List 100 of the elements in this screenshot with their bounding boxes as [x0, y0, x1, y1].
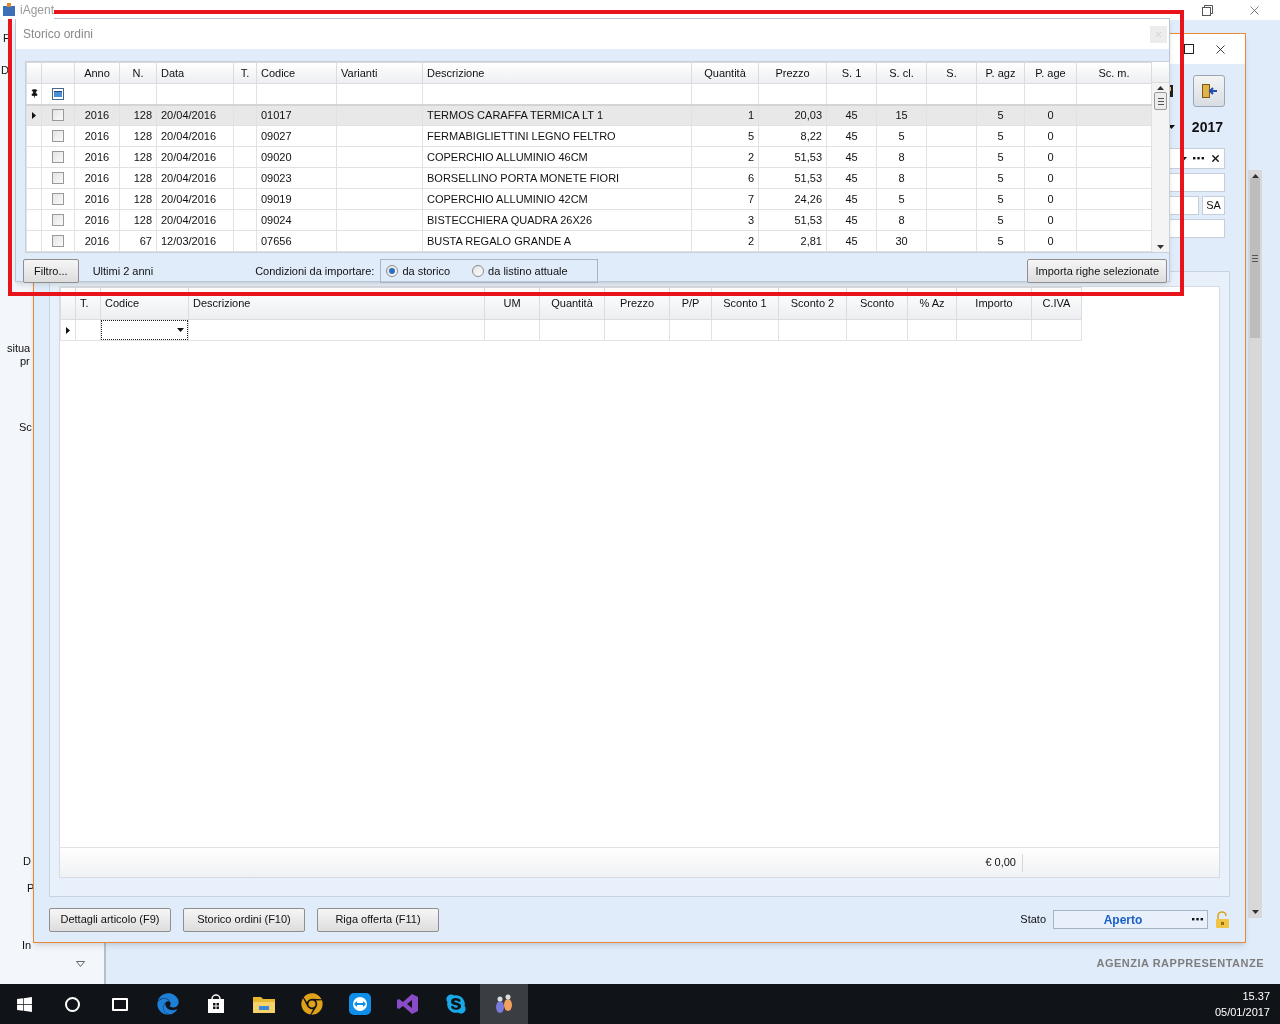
table-cell: [604, 319, 670, 341]
column-header[interactable]: P/P: [669, 287, 712, 320]
filter-button[interactable]: Filtro...: [23, 259, 79, 283]
code-button[interactable]: SA: [1202, 196, 1225, 215]
table-cell: 1: [691, 104, 759, 126]
action-button[interactable]: Storico ordini (F10): [183, 907, 305, 932]
table-cell: 09027: [256, 125, 337, 147]
column-header[interactable]: Prezzo: [758, 62, 827, 84]
row-checkbox[interactable]: [52, 193, 64, 205]
column-header[interactable]: Codice: [100, 287, 189, 320]
select-all-checkbox[interactable]: [52, 87, 64, 100]
column-header[interactable]: P. agz: [976, 62, 1025, 84]
table-cell: 09023: [256, 167, 337, 189]
column-header[interactable]: Varianti: [336, 62, 423, 84]
clock-time[interactable]: 15.37: [1242, 988, 1270, 1004]
status-field[interactable]: Aperto: [1053, 910, 1208, 930]
table-cell: 7: [691, 188, 759, 210]
ellipsis-icon[interactable]: [1193, 157, 1204, 160]
radio-option[interactable]: da storico: [386, 262, 451, 280]
import-button[interactable]: Importa righe selezionate: [1027, 259, 1167, 283]
table-cell: BORSELLINO PORTA MONETE FIORI: [422, 167, 692, 189]
column-header[interactable]: Sconto 1: [711, 287, 779, 320]
row-checkbox[interactable]: [52, 214, 64, 226]
sidebar-label: D: [1, 63, 9, 78]
round-tricolor-icon[interactable]: [301, 993, 323, 1015]
column-header[interactable]: Data: [156, 62, 234, 84]
swirl-icon[interactable]: [157, 993, 179, 1015]
scrollbar[interactable]: [1248, 170, 1262, 918]
table-cell: 20,03: [758, 104, 827, 126]
column-header[interactable]: Quantità: [539, 287, 605, 320]
status-value: Aperto: [1102, 911, 1144, 929]
column-header[interactable]: Descrizione: [422, 62, 692, 84]
column-header[interactable]: Importo: [956, 287, 1032, 320]
table-cell: 20/04/2016: [156, 125, 234, 147]
table-row[interactable]: 2016 67 12/03/2016 07656 BUSTA REGALO GRANDE A 2 2,81 45 30 5 0: [26, 230, 1152, 252]
speech-cloud-icon[interactable]: [445, 993, 467, 1015]
scroll-thumb[interactable]: [1250, 178, 1260, 338]
lock-icon[interactable]: [1215, 911, 1230, 929]
table-cell: [711, 319, 779, 341]
action-button[interactable]: Riga offerta (F11): [317, 907, 439, 932]
table-row[interactable]: 2016 128 20/04/2016 09020 COPERCHIO ALLUMINIO 46CM 2 51,53 45 8 5 0: [26, 146, 1152, 168]
scroll-up-icon[interactable]: [1157, 86, 1164, 90]
table-cell: 0: [1024, 209, 1077, 231]
row-checkbox[interactable]: [52, 235, 64, 247]
scroll-down-icon[interactable]: [1157, 245, 1164, 249]
column-header[interactable]: S.: [926, 62, 977, 84]
row-checkbox[interactable]: [52, 172, 64, 184]
column-header[interactable]: N.: [119, 62, 157, 84]
column-header[interactable]: Sconto: [846, 287, 908, 320]
column-header[interactable]: Prezzo: [604, 287, 670, 320]
ellipsis-icon[interactable]: [1192, 918, 1203, 922]
row-checkbox[interactable]: [52, 130, 64, 142]
column-header[interactable]: Sc. m.: [1076, 62, 1152, 84]
column-header[interactable]: C.IVA: [1031, 287, 1082, 320]
scroll-down-icon[interactable]: [1251, 910, 1259, 914]
column-header[interactable]: Codice: [256, 62, 337, 84]
table-cell: [926, 188, 977, 210]
figures-icon[interactable]: [480, 984, 528, 1024]
row-checkbox[interactable]: [52, 151, 64, 163]
column-header[interactable]: T.: [233, 62, 257, 84]
table-cell: 128: [119, 104, 157, 126]
table-cell: 0: [1024, 188, 1077, 210]
restore-icon[interactable]: [1202, 4, 1213, 16]
table-cell: 20/04/2016: [156, 209, 234, 231]
clear-icon[interactable]: [1210, 153, 1221, 164]
table-row[interactable]: 2016 128 20/04/2016 09019 COPERCHIO ALLUMINIO 42CM 7 24,26 45 5 5 0: [26, 188, 1152, 210]
table-row[interactable]: 2016 128 20/04/2016 09027 FERMABIGLIETTINI LEGNO FELTRO 5 8,22 45 5 5 0: [26, 125, 1152, 147]
table-row[interactable]: 2016 128 20/04/2016 09023 BORSELLINO PORTA MONETE FIORI 6 51,53 45 8 5 0: [26, 167, 1152, 189]
scroll-thumb[interactable]: [1154, 92, 1167, 110]
column-header[interactable]: % Az: [907, 287, 957, 320]
column-header[interactable]: S. cl.: [876, 62, 927, 84]
row-checkbox[interactable]: [52, 109, 64, 122]
table-row[interactable]: 2016 128 20/04/2016 01017 TERMOS CARAFFA TERMICA LT 1 1 20,03 45 15 5 0: [26, 104, 1152, 126]
table-cell: 51,53: [758, 209, 827, 231]
code-combo[interactable]: [101, 320, 188, 340]
column-header[interactable]: S. 1: [826, 62, 877, 84]
door-arrow-icon: [1200, 82, 1218, 100]
column-header[interactable]: Descrizione: [188, 287, 485, 320]
column-header[interactable]: T.: [75, 287, 101, 320]
table-cell: 09019: [256, 188, 337, 210]
table-cell: [926, 209, 977, 231]
radio-option[interactable]: da listino attuale: [472, 262, 568, 280]
column-header[interactable]: Quantità: [691, 62, 759, 84]
table-cell: 6: [691, 167, 759, 189]
table-row[interactable]: 2016 128 20/04/2016 09024 BISTECCHIERA QUADRA 26X26 3 51,53 45 8 5 0: [26, 209, 1152, 231]
clock-date[interactable]: 05/01/2017: [1214, 1004, 1270, 1020]
company-name: AGENZIA RAPPRESENTANZE: [1096, 955, 1264, 971]
column-header[interactable]: Anno: [74, 62, 120, 84]
scrollbar[interactable]: [1152, 83, 1169, 252]
current-row-icon: [66, 326, 70, 334]
maximize-icon[interactable]: [1184, 44, 1194, 54]
table-cell: 5: [876, 125, 927, 147]
table-cell: 2: [691, 146, 759, 168]
action-button[interactable]: Dettagli articolo (F9): [49, 907, 171, 932]
exit-button[interactable]: [1193, 75, 1225, 107]
chevron-down-icon[interactable]: [76, 961, 85, 967]
column-header[interactable]: UM: [484, 287, 540, 320]
table-cell: [1031, 319, 1082, 341]
column-header[interactable]: Sconto 2: [778, 287, 847, 320]
column-header[interactable]: P. age: [1024, 62, 1077, 84]
